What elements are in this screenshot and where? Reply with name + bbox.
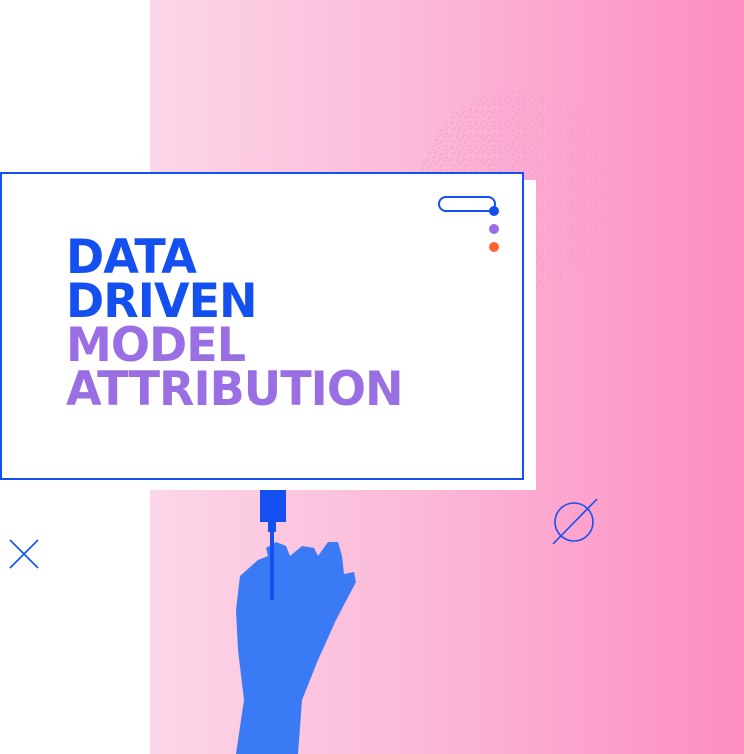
headline-line-4: ATTRIBUTION <box>66 362 404 417</box>
blue-dot-icon <box>489 206 499 216</box>
purple-dot-icon <box>489 224 499 234</box>
usb-plug-icon <box>260 490 286 522</box>
window-pill-icon <box>438 196 496 212</box>
empty-set-icon <box>552 498 598 545</box>
x-mark-icon <box>9 539 39 569</box>
hand-icon <box>236 542 356 754</box>
headline: DATA DRIVEN MODEL ATTRIBUTION <box>66 234 404 417</box>
orange-dot-icon <box>489 242 499 252</box>
